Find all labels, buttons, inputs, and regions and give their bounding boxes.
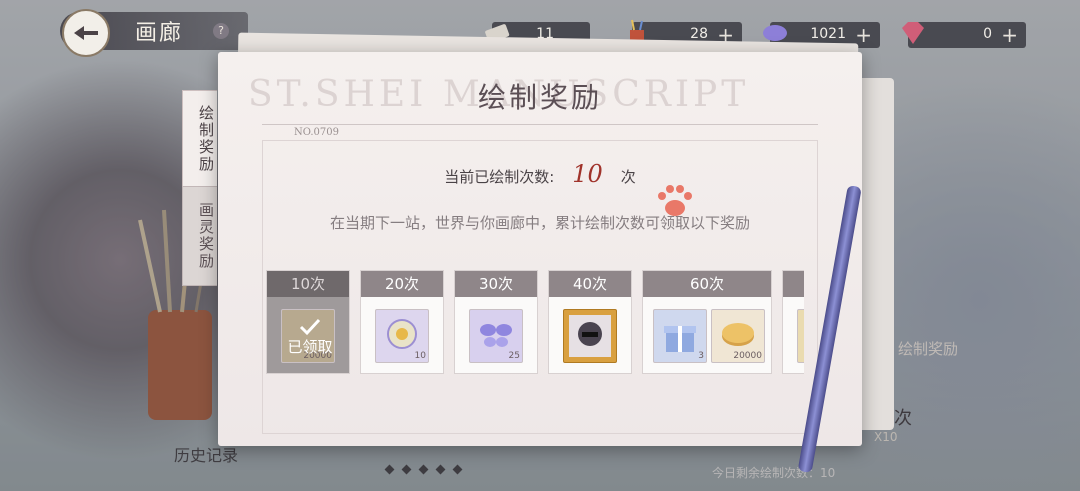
reward-card-next[interactable] (782, 270, 804, 374)
scroll-icon[interactable] (797, 309, 804, 363)
reward-tier-label: 40次 (549, 271, 631, 297)
draw-count-row: 当前已绘制次数: 10 次 (218, 160, 862, 188)
draw-count-label: 当前已绘制次数: (444, 168, 555, 186)
reward-tier-label: 60次 (643, 271, 771, 297)
serial-number: NO.0709 (294, 127, 339, 138)
draw-rewards-dialog: ST.SHEI MANUSCRIPT 绘制奖励 NO.0709 当前已绘制次数:… (218, 52, 862, 446)
reward-card-20[interactable]: 20次 10 (360, 270, 444, 374)
avatar-portrait-graphic (569, 315, 611, 357)
crystal-count: 1021 (810, 26, 846, 42)
help-icon[interactable]: ? (213, 23, 229, 39)
tab-draw-rewards[interactable]: 绘制奖励 (182, 90, 217, 188)
reward-card-10[interactable]: 20000 10次 20000 已领取 (266, 270, 350, 374)
gift-box-icon[interactable]: 3 (653, 309, 707, 363)
add-gem-button[interactable]: + (1001, 23, 1018, 47)
reward-tier-label: 30次 (455, 271, 537, 297)
add-crystal-button[interactable]: + (855, 23, 872, 47)
butterfly-icon[interactable]: 25 (469, 309, 523, 363)
item-quantity: 3 (698, 351, 704, 361)
reward-tier-label: 20次 (361, 271, 443, 297)
draw-count-unit: 次 (620, 168, 636, 186)
reward-card-30[interactable]: 30次 25 (454, 270, 538, 374)
checkmark-icon (299, 318, 321, 335)
claimed-label: 已领取 (287, 337, 333, 356)
resource-gem: 0 + (902, 22, 1026, 48)
item-quantity: 25 (508, 351, 520, 361)
reward-card-60[interactable]: 60次 3 20000 (642, 270, 772, 374)
gem-count: 0 (983, 26, 992, 42)
page-title: 画廊 (135, 21, 184, 46)
draw-count-value: 10 (572, 160, 603, 188)
reward-description: 在当期下一站，世界与你画廊中，累计绘制次数可领取以下奖励 (329, 214, 750, 232)
paper-divider (262, 124, 818, 125)
tab-spirit-rewards[interactable]: 画灵奖励 (182, 186, 217, 286)
claimed-overlay: 已领取 (283, 313, 337, 361)
reward-tier-label (783, 271, 804, 297)
reward-card-40[interactable]: 40次 (548, 270, 632, 374)
gem-icon (902, 22, 924, 44)
back-arrow-icon (74, 26, 98, 40)
reward-tier-label: 10次 (267, 271, 349, 297)
reward-tier-strip[interactable]: 20000 10次 20000 已领取 20次 10 30次 25 (266, 270, 804, 378)
back-button[interactable] (62, 9, 110, 57)
coin-icon[interactable]: 20000 (711, 309, 765, 363)
item-quantity: 20000 (733, 351, 762, 361)
item-quantity: 10 (414, 351, 426, 361)
avatar-frame-icon[interactable] (563, 309, 617, 363)
sun-medallion-icon[interactable]: 10 (375, 309, 429, 363)
dialog-title: 绘制奖励 (477, 81, 602, 114)
